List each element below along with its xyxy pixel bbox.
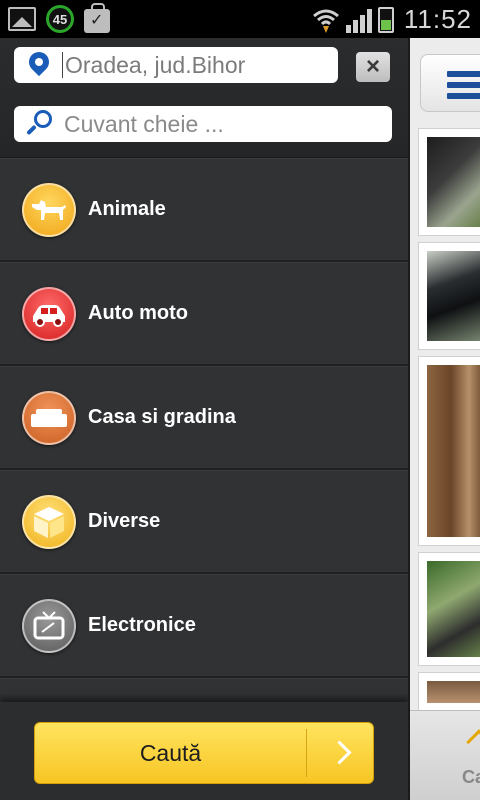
listing-image xyxy=(427,681,480,703)
keyword-placeholder: Cuvant cheie ... xyxy=(64,110,224,137)
chevron-right-icon xyxy=(307,722,373,784)
battery-icon xyxy=(377,6,394,33)
main-content-peek: Ca xyxy=(408,38,480,800)
hamburger-menu-icon xyxy=(447,71,480,99)
listing-card[interactable] xyxy=(418,552,480,666)
category-list: Animale Auto moto Casa si gradina Divers… xyxy=(0,158,408,759)
listing-image xyxy=(427,251,480,341)
listing-card[interactable] xyxy=(418,128,480,236)
signal-icon xyxy=(345,7,372,33)
wifi-icon xyxy=(312,9,339,33)
listing-card[interactable] xyxy=(418,672,480,712)
notification-badge-icon: 45 xyxy=(46,5,74,33)
box-icon xyxy=(22,494,76,549)
category-item-casa-si-gradina[interactable]: Casa si gradina xyxy=(0,366,408,470)
category-label: Diverse xyxy=(88,510,161,532)
listing-image xyxy=(427,561,480,657)
shopping-bag-icon xyxy=(84,2,110,33)
menu-button[interactable] xyxy=(420,54,480,112)
category-label: Casa si gradina xyxy=(88,406,236,428)
status-right: 11:52 xyxy=(312,4,472,35)
location-pin-icon xyxy=(14,47,62,83)
category-label: Electronice xyxy=(88,614,196,636)
status-bar: 45 11:52 xyxy=(0,0,480,38)
search-button-label: Caută xyxy=(139,739,202,766)
text-cursor xyxy=(62,52,63,78)
clock: 11:52 xyxy=(403,4,472,34)
sofa-icon xyxy=(22,390,76,445)
listing-card[interactable] xyxy=(418,242,480,350)
drawer-bottom-bar: Caută xyxy=(0,702,408,800)
close-icon: × xyxy=(365,53,380,80)
content-footer[interactable]: Ca xyxy=(410,710,480,800)
content-footer-label: Ca xyxy=(462,767,480,787)
location-value: Oradea, jud.Bihor xyxy=(65,51,246,78)
search-button[interactable]: Caută xyxy=(34,722,374,784)
chevron-up-icon xyxy=(466,729,480,755)
gallery-icon xyxy=(8,7,36,31)
car-icon xyxy=(22,286,76,341)
navigation-drawer: Oradea, jud.Bihor × Cuvant cheie ... Ani… xyxy=(0,38,408,800)
tv-icon xyxy=(22,598,76,653)
location-field[interactable]: Oradea, jud.Bihor xyxy=(14,47,338,83)
category-item-electronice[interactable]: Electronice xyxy=(0,574,408,678)
listing-card[interactable] xyxy=(418,356,480,546)
clear-location-button[interactable]: × xyxy=(356,52,390,82)
category-item-animale[interactable]: Animale xyxy=(0,158,408,262)
category-item-auto-moto[interactable]: Auto moto xyxy=(0,262,408,366)
listing-image xyxy=(427,365,480,537)
category-label: Auto moto xyxy=(88,302,188,324)
search-area: Oradea, jud.Bihor × Cuvant cheie ... xyxy=(0,38,408,158)
dog-icon xyxy=(22,182,76,237)
search-icon xyxy=(14,106,64,142)
category-item-diverse[interactable]: Diverse xyxy=(0,470,408,574)
keyword-search-field[interactable]: Cuvant cheie ... xyxy=(14,106,392,142)
category-label: Animale xyxy=(88,198,166,220)
status-left: 45 xyxy=(8,2,110,33)
listing-image xyxy=(427,137,480,227)
